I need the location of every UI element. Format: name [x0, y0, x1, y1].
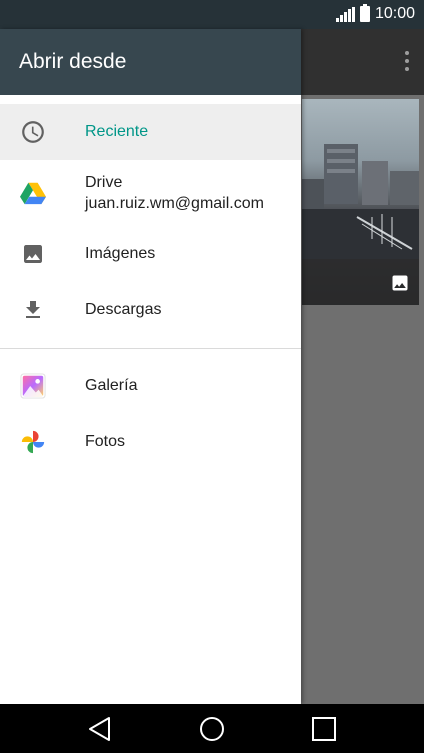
drawer-item-reciente[interactable]: Reciente [0, 104, 301, 160]
navigation-drawer: Abrir desde Reciente Drive juan.ruiz.wm@… [0, 29, 301, 704]
image-icon [392, 275, 408, 291]
battery-icon [359, 4, 370, 22]
back-icon[interactable] [87, 716, 113, 742]
drawer-item-label: Galería [85, 377, 138, 394]
drawer-item-label: Reciente [85, 123, 149, 140]
drawer-item-fotos[interactable]: Fotos [0, 414, 301, 470]
clock-time: 10:00 [374, 5, 415, 22]
recent-apps-icon[interactable] [311, 716, 337, 742]
image-icon [20, 241, 46, 267]
drawer-item-imagenes[interactable]: Imágenes [0, 226, 301, 282]
download-icon [20, 297, 46, 323]
drawer-item-drive[interactable]: Drive juan.ruiz.wm@gmail.com [0, 160, 301, 226]
drawer-divider [0, 348, 301, 349]
system-navigation-bar [0, 704, 424, 753]
drawer-item-label: Drive [85, 174, 123, 191]
status-bar: 10:00 [0, 0, 424, 29]
clock-icon [20, 119, 46, 145]
drawer-title: Abrir desde [19, 50, 127, 73]
drawer-item-label: Fotos [85, 433, 126, 450]
gallery-icon [20, 373, 46, 399]
more-options-icon[interactable] [404, 51, 410, 71]
home-icon[interactable] [199, 716, 225, 742]
drive-account-email: juan.ruiz.wm@gmail.com [85, 195, 264, 212]
drawer-header: Abrir desde [0, 29, 301, 95]
photo-thumbnail[interactable] [302, 99, 419, 305]
drawer-item-galeria[interactable]: Galería [0, 358, 301, 414]
google-photos-icon [20, 429, 46, 455]
drawer-item-label: Descargas [85, 301, 162, 318]
google-drive-icon [20, 180, 46, 206]
signal-icon [335, 6, 355, 22]
drawer-item-label: Imágenes [85, 245, 156, 262]
drawer-list: Reciente Drive juan.ruiz.wm@gmail.com Im… [0, 95, 301, 470]
drawer-item-descargas[interactable]: Descargas [0, 282, 301, 338]
